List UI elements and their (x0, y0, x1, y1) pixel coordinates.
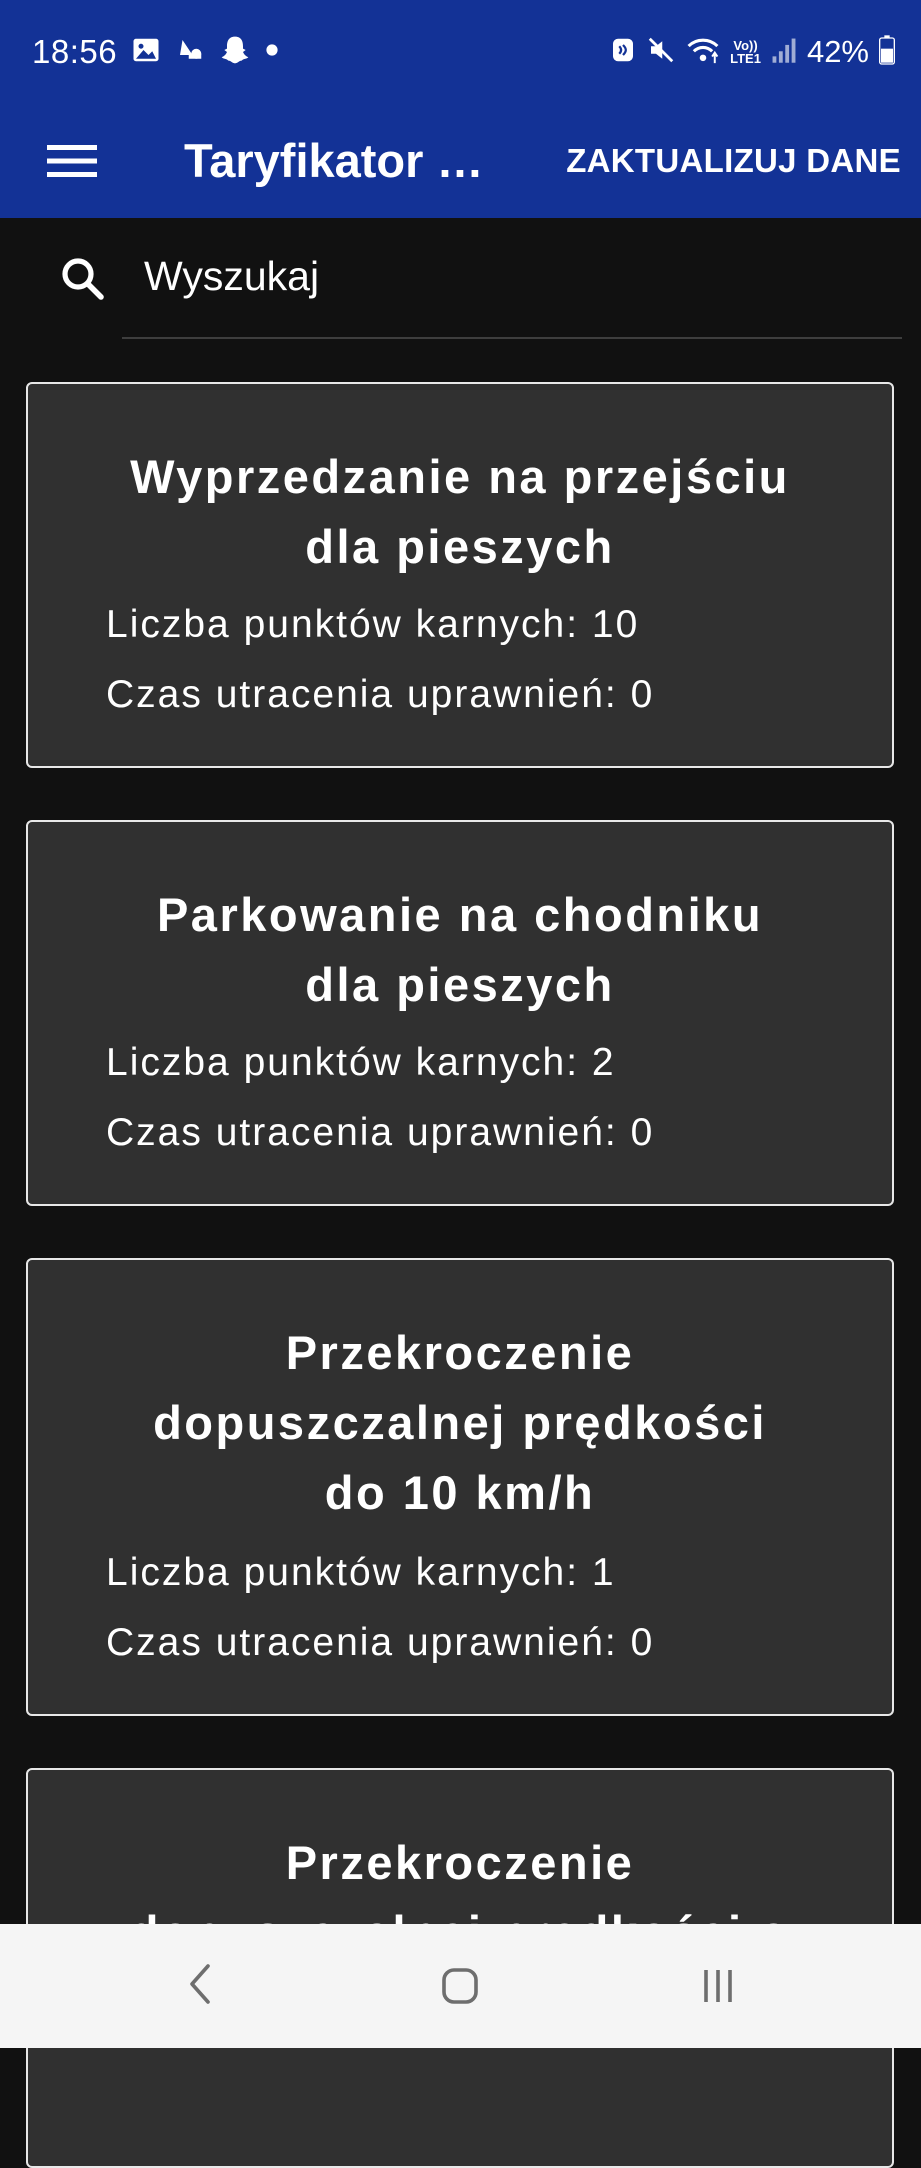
lte-icon: Vo)) LTE1 (730, 39, 761, 65)
app-title: Taryfikator mandatów (184, 134, 524, 187)
card-title-line: dla pieszych (305, 958, 615, 1011)
search-underline (122, 337, 902, 339)
weather-icon (175, 35, 205, 70)
recent-apps-icon[interactable] (694, 1962, 742, 2010)
suspension-label: Czas utracenia uprawnień: 0 (106, 1621, 655, 1664)
home-icon[interactable] (436, 1962, 484, 2010)
card-title: Przekroczenie dopuszczalnej prędkości do… (48, 1318, 872, 1528)
update-data-button[interactable]: ZAKTUALIZUJ DANE (566, 128, 901, 194)
battery-icon (879, 34, 895, 70)
status-left: 18:56 (32, 30, 279, 74)
card-title-line: do 10 km/h (324, 1466, 596, 1519)
search-bar (0, 218, 921, 342)
card-title-line: Parkowanie na chodniku (156, 888, 764, 941)
card-title: Parkowanie na chodniku dla pieszych (48, 880, 872, 1020)
status-bar: 18:56 Vo)) LTE1 42% (0, 0, 921, 104)
card-title-line: Wyprzedzanie na przejściu (130, 450, 790, 503)
battery-percent: 42% (806, 34, 869, 69)
app-bar: Taryfikator mandatów ZAKTUALIZUJ DANE (0, 104, 921, 218)
nfc-icon (610, 35, 636, 70)
list-item[interactable]: Przekroczenie dopuszczalnej prędkości do… (26, 1258, 894, 1716)
list-item[interactable]: Parkowanie na chodniku dla pieszych Licz… (26, 820, 894, 1206)
card-title: Wyprzedzanie na przejściu dla pieszych (48, 442, 872, 582)
card-title-line: Przekroczenie (285, 1836, 635, 1889)
lte-bottom-label: LTE1 (730, 51, 761, 66)
system-navigation-bar (0, 1924, 921, 2048)
suspension-label: Czas utracenia uprawnień: 0 (106, 673, 655, 716)
points-label: Liczba punktów karnych: 1 (106, 1551, 616, 1594)
status-time: 18:56 (32, 33, 118, 70)
back-icon[interactable] (178, 1960, 226, 2008)
gallery-icon (131, 35, 161, 70)
hamburger-menu-icon (47, 145, 97, 177)
dot-icon (265, 43, 279, 62)
list-item[interactable]: Wyprzedzanie na przejściu dla pieszych L… (26, 382, 894, 768)
search-input[interactable] (122, 246, 902, 306)
points-label: Liczba punktów karnych: 10 (106, 603, 640, 646)
mute-icon (646, 35, 676, 70)
status-right: Vo)) LTE1 42% (610, 30, 895, 74)
card-title-line: dopuszczalnej prędkości (153, 1396, 767, 1449)
wifi-icon (686, 35, 720, 70)
points-label: Liczba punktów karnych: 2 (106, 1041, 616, 1084)
signal-icon (771, 36, 797, 69)
suspension-label: Czas utracenia uprawnień: 0 (106, 1111, 655, 1154)
card-title-line: dla pieszych (305, 520, 615, 573)
snapchat-icon (219, 34, 251, 71)
card-title-line: Przekroczenie (285, 1326, 635, 1379)
search-icon[interactable] (58, 254, 106, 302)
menu-button[interactable] (44, 136, 100, 186)
